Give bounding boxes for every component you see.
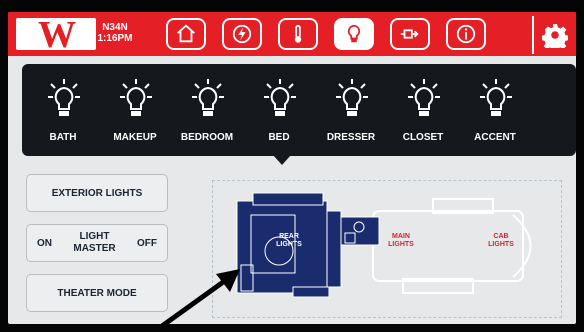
main-lights-zone[interactable]: MAIN LIGHTS [381, 233, 421, 249]
top-navigation-bar: W N34N 1:16PM [8, 12, 576, 56]
tab-temperature[interactable] [278, 18, 318, 50]
lightbulb-icon [48, 79, 80, 116]
tab-info[interactable] [446, 18, 486, 50]
light-dresser[interactable]: DRESSER [318, 70, 384, 154]
light-master-off-button[interactable]: OFF [137, 238, 157, 249]
tab-power[interactable] [222, 18, 262, 50]
light-label: MAKEUP [113, 132, 157, 143]
info-icon [456, 24, 476, 44]
menu-pointer [273, 155, 291, 165]
brand-letter: W [38, 14, 76, 54]
gear-icon [542, 24, 568, 48]
lightbulb-icon [264, 79, 296, 116]
light-bedroom[interactable]: BEDROOM [174, 70, 240, 154]
light-label: ACCENT [474, 132, 516, 143]
light-closet[interactable]: CLOSET [390, 70, 456, 154]
cab-lights-zone[interactable]: CAB LIGHTS [481, 233, 521, 249]
touch-screen: W N34N 1:16PM BATH MAKEUP BEDROOM BED DR… [8, 12, 576, 324]
tab-lighting[interactable] [334, 18, 374, 50]
light-label: DRESSER [326, 132, 376, 143]
brand-logo: W [16, 14, 96, 54]
light-bed[interactable]: BED [246, 70, 312, 154]
power-icon [232, 24, 252, 44]
light-label: BEDROOM [180, 132, 234, 143]
floorplan-drawing [236, 192, 532, 298]
light-bath[interactable]: BATH [30, 70, 96, 154]
settings-button[interactable] [532, 16, 576, 54]
light-label: BED [268, 132, 290, 143]
lightbulb-icon [192, 79, 224, 116]
thermometer-icon [294, 24, 302, 43]
annotation-arrow [160, 269, 240, 324]
light-label: BATH [49, 132, 77, 143]
exterior-lights-button[interactable]: EXTERIOR LIGHTS [26, 174, 168, 212]
theater-mode-label: THEATER MODE [57, 287, 137, 299]
lightbulb-icon [120, 79, 152, 116]
tab-slideouts[interactable] [390, 18, 430, 50]
lightbulb-icon [347, 24, 361, 43]
light-master-control: ON LIGHT MASTER OFF [26, 224, 168, 262]
rv-floorplan: REAR LIGHTS MAIN LIGHTS CAB LIGHTS [212, 180, 562, 318]
light-master-on-button[interactable]: ON [37, 238, 52, 249]
exterior-lights-label: EXTERIOR LIGHTS [51, 187, 143, 199]
model-time-display: N34N 1:16PM [94, 22, 136, 44]
light-zone-menu: BATH MAKEUP BEDROOM BED DRESSER CLOSET A… [22, 64, 576, 156]
model-name: N34N [102, 22, 128, 33]
home-icon [177, 24, 195, 43]
slideout-icon [400, 29, 419, 39]
clock-time: 1:16PM [97, 33, 133, 44]
light-master-label: LIGHT MASTER [73, 231, 116, 254]
tab-home[interactable] [166, 18, 206, 50]
light-label: CLOSET [402, 132, 444, 143]
rear-lights-zone[interactable]: REAR LIGHTS [269, 233, 309, 249]
theater-mode-button[interactable]: THEATER MODE [26, 274, 168, 312]
lightbulb-icon [480, 79, 512, 116]
light-accent[interactable]: ACCENT [462, 70, 528, 154]
lightbulb-icon [336, 79, 368, 116]
lightbulb-icon [408, 79, 440, 116]
light-makeup[interactable]: MAKEUP [102, 70, 168, 154]
